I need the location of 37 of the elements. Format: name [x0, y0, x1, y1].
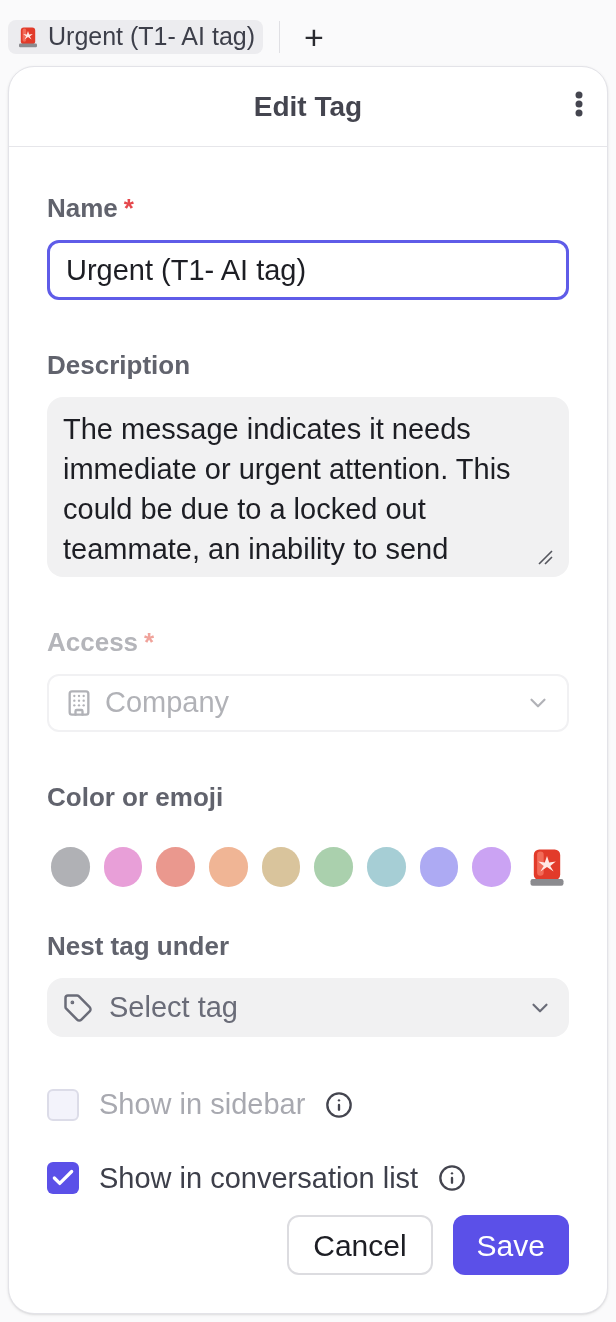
color-swatch[interactable] [103, 847, 143, 887]
select-placeholder: Select tag [109, 989, 239, 1025]
name-field[interactable]: Urgent (T1- AI tag) [47, 240, 569, 300]
description-label: Description [47, 349, 192, 382]
nest-tag-select[interactable]: Select tag [47, 978, 569, 1037]
tag-chip[interactable]: Urgent (T1- AI tag) [8, 20, 264, 54]
checkbox-label: Show in sidebar [99, 1087, 306, 1122]
save-button[interactable]: Save [452, 1215, 569, 1275]
info-icon[interactable] [438, 1164, 467, 1193]
color-swatch[interactable] [156, 847, 195, 887]
add-tab-button[interactable]: + [296, 20, 332, 54]
color-swatch[interactable] [314, 847, 354, 887]
color-swatch[interactable] [209, 847, 248, 887]
required-asterisk: * [123, 192, 134, 225]
color-swatch[interactable] [51, 847, 90, 887]
required-asterisk: * [144, 626, 155, 659]
color-label: Color or emoji [47, 781, 225, 814]
access-label: Access [47, 626, 139, 659]
name-label: Name [47, 192, 118, 225]
color-swatch[interactable] [367, 847, 406, 887]
color-swatch[interactable] [472, 847, 512, 887]
dialog-title: Edit Tag [253, 89, 363, 124]
more-options-button[interactable] [575, 91, 583, 117]
resize-handle-icon[interactable] [537, 549, 553, 565]
tag-chip-label: Urgent (T1- AI tag) [48, 21, 256, 53]
color-swatch[interactable] [261, 847, 301, 887]
tag-icon [63, 992, 93, 1023]
checkbox-label: Show in conversation list [99, 1160, 419, 1196]
access-value: Company [105, 685, 231, 721]
cancel-button[interactable]: Cancel [287, 1215, 433, 1275]
siren-icon [16, 25, 40, 49]
nest-label: Nest tag under [47, 930, 231, 963]
color-swatch[interactable] [419, 847, 459, 887]
description-field[interactable]: The message indicates it needs immediate or urgent attention. This could be due to a locked out teammate, an inability to send [47, 397, 569, 577]
checkbox[interactable] [47, 1162, 79, 1195]
more-icon [575, 91, 583, 117]
info-icon[interactable] [325, 1090, 354, 1119]
